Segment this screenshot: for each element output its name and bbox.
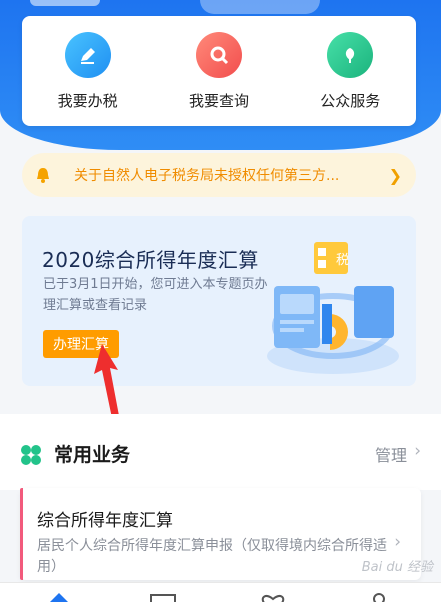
- user-icon[interactable]: [364, 591, 394, 602]
- bell-icon: [37, 168, 49, 183]
- illus-badge-text: 税: [336, 253, 349, 268]
- chevron-right-icon: ❯: [388, 165, 402, 185]
- notice-bar[interactable]: 关于自然人电子税务局未授权任何第三方... ❯: [22, 153, 416, 197]
- item-accent-bar: [20, 488, 23, 580]
- heart-icon[interactable]: [258, 591, 288, 602]
- promo-title: 2020综合所得年度汇算: [42, 248, 259, 272]
- leaf-icon: [327, 31, 374, 78]
- promo-description: 已于3月1日开始，您可进入本专题页办理汇算或查看记录: [43, 277, 268, 313]
- manage-link[interactable]: 管理: [375, 442, 407, 466]
- section-title: 常用业务: [54, 444, 131, 466]
- service-card: 我要办税 我要查询 公众服务: [22, 16, 416, 126]
- notice-text: 关于自然人电子税务局未授权任何第三方...: [74, 168, 340, 184]
- header-decoration: [30, 0, 100, 6]
- bottom-tab-bar: [0, 582, 441, 602]
- chevron-right-icon: ›: [394, 532, 401, 552]
- watermark: Bai du 经验: [361, 560, 433, 575]
- service-label: 我要办税: [57, 91, 118, 110]
- service-label: 我要查询: [188, 91, 249, 110]
- business-description: 居民个人综合所得年度汇算申报（仅取得境内综合所得适用）: [37, 538, 387, 575]
- header-decoration: [200, 0, 320, 14]
- list-icon[interactable]: [148, 591, 178, 602]
- service-public-button[interactable]: 公众服务: [295, 31, 405, 111]
- tax-illustration: 税: [267, 242, 399, 374]
- service-tax-button[interactable]: 我要办税: [33, 31, 143, 111]
- home-icon[interactable]: [44, 591, 74, 602]
- chevron-right-icon: ›: [414, 441, 421, 461]
- service-query-button[interactable]: 我要查询: [164, 31, 274, 111]
- search-icon: [195, 31, 242, 78]
- promo-banner[interactable]: 2020综合所得年度汇算 已于3月1日开始，您可进入本专题页办理汇算或查看记录 …: [22, 216, 416, 386]
- common-business-section: 常用业务 管理 ›: [0, 414, 441, 490]
- business-name: 综合所得年度汇算: [37, 511, 173, 531]
- grid-icon: [21, 445, 41, 465]
- service-label: 公众服务: [320, 91, 381, 110]
- pencil-icon: [64, 31, 111, 78]
